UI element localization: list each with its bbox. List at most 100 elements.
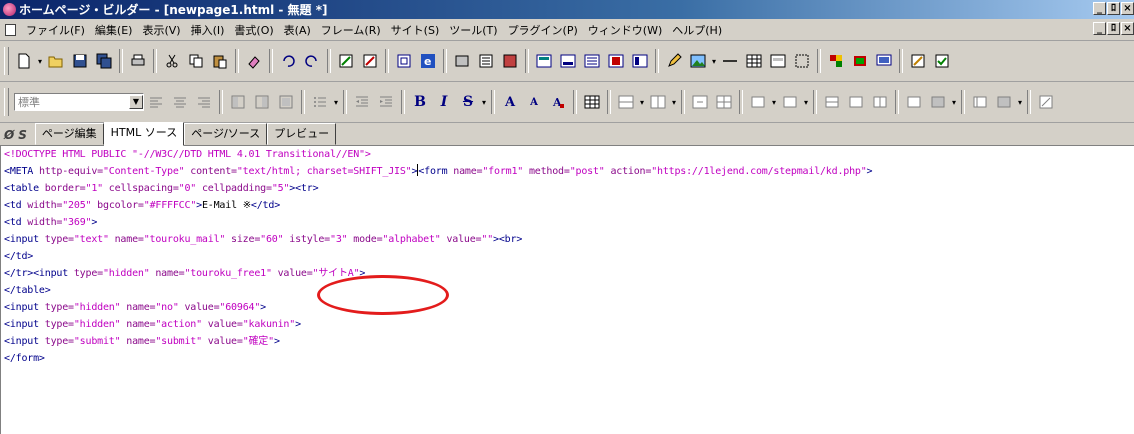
- italic-button[interactable]: I: [433, 91, 455, 113]
- cell-tool-9[interactable]: [993, 91, 1015, 113]
- print-button[interactable]: [127, 50, 149, 72]
- menu-plugins[interactable]: プラグイン(P): [503, 22, 583, 38]
- new-page-button[interactable]: [13, 50, 35, 72]
- cut-button[interactable]: [161, 50, 183, 72]
- font-shrink-button[interactable]: A: [523, 91, 545, 113]
- align-right-button[interactable]: [193, 91, 215, 113]
- ie-preview-button[interactable]: e: [417, 50, 439, 72]
- menu-window[interactable]: ウィンドウ(W): [583, 22, 667, 38]
- doc-restore-button[interactable]: ﾛ: [1107, 22, 1120, 35]
- font-color-button[interactable]: A: [547, 91, 569, 113]
- insert-col-button[interactable]: [647, 91, 669, 113]
- cell-tool-6[interactable]: [903, 91, 925, 113]
- insert-image-button[interactable]: [687, 50, 709, 72]
- strikethrough-button[interactable]: S: [457, 91, 479, 113]
- menu-help[interactable]: ヘルプ(H): [667, 22, 727, 38]
- tab-preview[interactable]: プレビュー: [267, 123, 337, 145]
- layout-left-button[interactable]: [227, 91, 249, 113]
- plugin-button-2[interactable]: [849, 50, 871, 72]
- list-button[interactable]: [309, 91, 331, 113]
- menu-tools[interactable]: ツール(T): [444, 22, 502, 38]
- menu-edit[interactable]: 編集(E): [90, 22, 138, 38]
- layout-image-button[interactable]: [275, 91, 297, 113]
- cell-tool-7[interactable]: [927, 91, 949, 113]
- document-icon[interactable]: [5, 23, 16, 36]
- menu-site[interactable]: サイト(S): [386, 22, 445, 38]
- tab-html-source[interactable]: HTML ソース: [103, 122, 185, 146]
- view-button-4[interactable]: [605, 50, 627, 72]
- minimize-button[interactable]: _: [1093, 2, 1106, 15]
- copy-button[interactable]: [185, 50, 207, 72]
- menu-frame[interactable]: フレーム(R): [316, 22, 386, 38]
- new-page-dropdown[interactable]: ▾: [36, 57, 44, 66]
- horizontal-rule-button[interactable]: [719, 50, 741, 72]
- edit-mode-icon[interactable]: Ø: [4, 128, 14, 142]
- cell-tool-1-dropdown[interactable]: ▾: [770, 98, 778, 107]
- insert-form-button[interactable]: [767, 50, 789, 72]
- doc-close-button[interactable]: ×: [1121, 22, 1134, 35]
- cell-tool-8[interactable]: [969, 91, 991, 113]
- save-button[interactable]: [69, 50, 91, 72]
- site-button[interactable]: [475, 50, 497, 72]
- bold-button[interactable]: B: [409, 91, 431, 113]
- undo-button[interactable]: [277, 50, 299, 72]
- save-all-button[interactable]: [93, 50, 115, 72]
- cell-tool-2-dropdown[interactable]: ▾: [802, 98, 810, 107]
- cell-tool-7-dropdown[interactable]: ▾: [950, 98, 958, 107]
- text-style-dropdown[interactable]: ▾: [480, 98, 488, 107]
- table-properties-button[interactable]: [1035, 91, 1057, 113]
- toolbar-grip[interactable]: [4, 88, 9, 116]
- doc-minimize-button[interactable]: _: [1093, 22, 1106, 35]
- eraser-button[interactable]: [243, 50, 265, 72]
- cell-tool-5[interactable]: [869, 91, 891, 113]
- unlink-button[interactable]: [359, 50, 381, 72]
- merge-cells-button[interactable]: [689, 91, 711, 113]
- view-button-2[interactable]: [557, 50, 579, 72]
- redo-button[interactable]: [301, 50, 323, 72]
- outdent-button[interactable]: [351, 91, 373, 113]
- font-grow-button[interactable]: A: [499, 91, 521, 113]
- edit-image-button[interactable]: [663, 50, 685, 72]
- table-insert-button[interactable]: [581, 91, 603, 113]
- toolbar-grip[interactable]: [4, 47, 9, 75]
- layout-frame-button[interactable]: [791, 50, 813, 72]
- indent-button[interactable]: [375, 91, 397, 113]
- cell-tool-2[interactable]: [779, 91, 801, 113]
- plugin-button-3[interactable]: [873, 50, 895, 72]
- paragraph-style-select[interactable]: 標準 ▼: [14, 93, 144, 111]
- wizard-button[interactable]: [907, 50, 929, 72]
- insert-col-dropdown[interactable]: ▾: [670, 98, 678, 107]
- layout-right-button[interactable]: [251, 91, 273, 113]
- paste-button[interactable]: [209, 50, 231, 72]
- align-left-button[interactable]: [145, 91, 167, 113]
- close-button[interactable]: ×: [1121, 2, 1134, 15]
- view-button-3[interactable]: [581, 50, 603, 72]
- sitemap-button[interactable]: [499, 50, 521, 72]
- tab-page-edit[interactable]: ページ編集: [34, 123, 104, 145]
- insert-row-button[interactable]: [615, 91, 637, 113]
- tab-page-source[interactable]: ページ/ソース: [184, 123, 268, 145]
- view-button-5[interactable]: [629, 50, 651, 72]
- cell-tool-1[interactable]: [747, 91, 769, 113]
- insert-image-dropdown[interactable]: ▾: [710, 57, 718, 66]
- menu-format[interactable]: 書式(O): [229, 22, 278, 38]
- maximize-button[interactable]: ﾛ: [1107, 2, 1120, 15]
- check-button[interactable]: [931, 50, 953, 72]
- transfer-button[interactable]: [451, 50, 473, 72]
- menu-table[interactable]: 表(A): [279, 22, 316, 38]
- link-button[interactable]: [335, 50, 357, 72]
- html-source-editor[interactable]: <!DOCTYPE HTML PUBLIC "-//W3C//DTD HTML …: [0, 146, 1134, 434]
- plugin-button-1[interactable]: [825, 50, 847, 72]
- insert-row-dropdown[interactable]: ▾: [638, 98, 646, 107]
- menu-view[interactable]: 表示(V): [137, 22, 185, 38]
- align-center-button[interactable]: [169, 91, 191, 113]
- split-cells-button[interactable]: [713, 91, 735, 113]
- frame-button[interactable]: [393, 50, 415, 72]
- cell-tool-3[interactable]: [821, 91, 843, 113]
- menu-insert[interactable]: 挿入(I): [186, 22, 230, 38]
- open-button[interactable]: [45, 50, 67, 72]
- insert-table-button[interactable]: [743, 50, 765, 72]
- source-mode-icon[interactable]: S: [18, 128, 27, 142]
- cell-tool-4[interactable]: [845, 91, 867, 113]
- list-dropdown[interactable]: ▾: [332, 98, 340, 107]
